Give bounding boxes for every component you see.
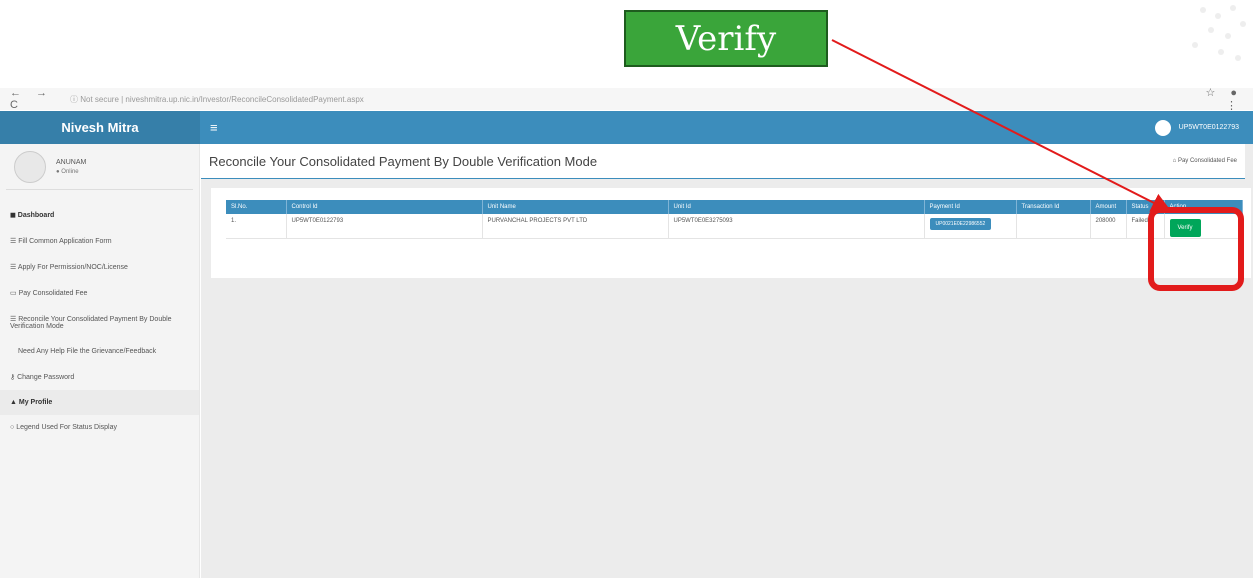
user-avatar-icon xyxy=(1154,119,1171,136)
sidebar-item-apply-permission[interactable]: ☰ Apply For Permission/NOC/License xyxy=(0,254,199,280)
sidebar-item-label: My Profile xyxy=(18,399,53,406)
payment-table-box: Sl.No. Control Id Unit Name Unit Id Paym… xyxy=(211,188,1251,278)
breadcrumb[interactable]: ⌂ Pay Consolidated Fee xyxy=(1173,158,1237,164)
cell-unit-id: UP5WT0E0E3275093 xyxy=(668,214,925,239)
dashboard-icon: ◼ xyxy=(10,212,18,219)
browser-extension-icons[interactable]: ☆ ● ⋮ xyxy=(1193,86,1243,112)
sidebar-item-fill-caf[interactable]: ☰ Fill Common Application Form xyxy=(0,228,199,254)
avatar xyxy=(14,150,46,183)
sidebar-item-change-password[interactable]: ⚷ Change Password xyxy=(0,364,199,390)
col-header: Amount xyxy=(1090,200,1127,214)
sidebar-item-label: Fill Common Application Form xyxy=(18,238,112,245)
sidebar-item-reconcile[interactable]: ☰ Reconcile Your Consolidated Payment By… xyxy=(0,306,199,339)
sidebar-username: ANUNAM xyxy=(56,158,87,166)
sidebar-item-label: Need Any Help File the Grievance/Feedbac… xyxy=(18,348,157,355)
main-content: Reconcile Your Consolidated Payment By D… xyxy=(201,144,1253,578)
sidebar-item-pay-fee[interactable]: ▭ Pay Consolidated Fee xyxy=(0,280,199,306)
col-header: Unit Name xyxy=(482,200,669,214)
col-header: Unit Id xyxy=(668,200,925,214)
cell-control-id: UP5WT0E0122793 xyxy=(286,214,483,239)
card-icon: ▭ xyxy=(10,290,19,297)
table-row: 1. UP5WT0E0122793 PURVANCHAL PROJECTS PV… xyxy=(226,214,1243,239)
user-icon: ▲ xyxy=(10,399,19,406)
user-id-label: UP5WT0E0122793 xyxy=(1178,124,1239,131)
cell-amount: 208000 xyxy=(1090,214,1127,239)
menu-toggle-icon[interactable]: ≡ xyxy=(210,120,218,135)
col-header: Payment Id xyxy=(924,200,1017,214)
col-header: Control Id xyxy=(286,200,483,214)
payment-table: Sl.No. Control Id Unit Name Unit Id Paym… xyxy=(226,200,1243,239)
page-title: Reconcile Your Consolidated Payment By D… xyxy=(209,153,598,169)
sidebar-item-grievance[interactable]: Need Any Help File the Grievance/Feedbac… xyxy=(0,339,199,364)
cell-transaction-id xyxy=(1016,214,1091,239)
sidebar-item-label: Apply For Permission/NOC/License xyxy=(17,264,128,271)
user-menu[interactable]: UP5WT0E0122793 xyxy=(1154,119,1253,136)
cell-payment-id: UP0021E0E22986552 xyxy=(924,214,1017,239)
sidebar-item-my-profile[interactable]: ▲ My Profile xyxy=(0,390,199,415)
browser-nav-buttons[interactable]: ← → C xyxy=(10,87,70,111)
sidebar-item-label: Dashboard xyxy=(17,212,55,219)
sidebar-item-label: Reconcile Your Consolidated Payment By D… xyxy=(10,316,172,330)
sidebar-item-legend[interactable]: ○ Legend Used For Status Display xyxy=(0,415,199,440)
sidebar-menu: ◼ Dashboard ☰ Fill Common Application Fo… xyxy=(0,202,199,440)
user-panel: ANUNAM ● Online xyxy=(6,144,193,190)
sidebar-item-label: Legend Used For Status Display xyxy=(16,424,117,431)
verify-callout-label: Verify xyxy=(624,10,828,67)
table-header-row: Sl.No. Control Id Unit Name Unit Id Paym… xyxy=(226,200,1243,214)
top-navbar: Nivesh Mitra ≡ UP5WT0E0122793 xyxy=(0,111,1253,144)
col-header: Transaction Id xyxy=(1016,200,1091,214)
breadcrumb-label: Pay Consolidated Fee xyxy=(1177,158,1237,164)
sidebar-item-label: Pay Consolidated Fee xyxy=(18,290,88,297)
sidebar-item-dashboard[interactable]: ◼ Dashboard xyxy=(0,202,199,228)
address-bar[interactable]: ⓘ Not secure | niveshmitra.up.nic.in/Inv… xyxy=(70,94,1193,105)
cell-unit-name: PURVANCHAL PROJECTS PVT LTD xyxy=(482,214,669,239)
list-icon: ☰ xyxy=(10,316,19,323)
online-status: ● Online xyxy=(56,168,79,175)
verify-highlight-box xyxy=(1148,207,1244,291)
col-header: Sl.No. xyxy=(226,200,287,214)
page-header: Reconcile Your Consolidated Payment By D… xyxy=(201,144,1245,179)
form-icon: ☰ xyxy=(10,238,19,245)
payment-id-button[interactable]: UP0021E0E22986552 xyxy=(929,218,992,230)
sidebar-item-label: Change Password xyxy=(17,374,75,381)
decorative-dots xyxy=(1192,5,1246,61)
sidebar: ANUNAM ● Online ◼ Dashboard ☰ Fill Commo… xyxy=(0,144,200,578)
form-icon: ☰ xyxy=(10,264,18,271)
browser-toolbar: ← → C ⓘ Not secure | niveshmitra.up.nic.… xyxy=(0,86,1253,112)
brand-logo[interactable]: Nivesh Mitra xyxy=(0,111,200,144)
cell-sl: 1. xyxy=(226,214,287,239)
